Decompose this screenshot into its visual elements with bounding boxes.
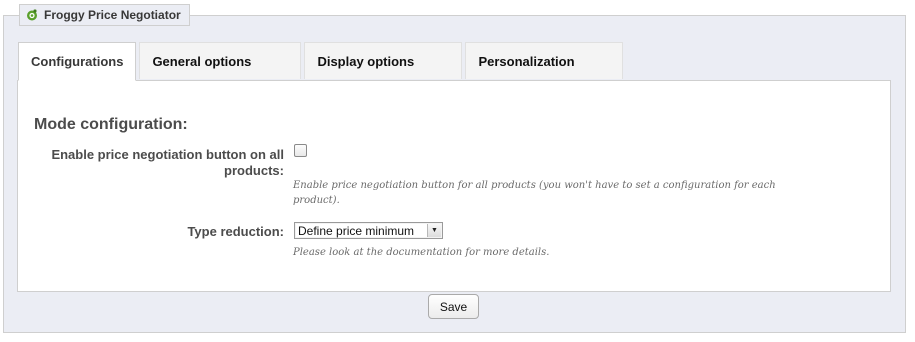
tab-bar: Configurations General options Display o… (18, 42, 626, 81)
tab-personalization[interactable]: Personalization (465, 42, 624, 79)
save-button[interactable]: Save (428, 294, 479, 319)
enable-negotiation-checkbox[interactable] (294, 144, 307, 157)
type-reduction-hint: Please look at the documentation for mor… (293, 247, 550, 258)
tab-general-options[interactable]: General options (139, 42, 302, 79)
type-reduction-label: Type reduction: (187, 224, 284, 239)
module-title: Froggy Price Negotiator (44, 8, 181, 22)
type-reduction-value: Define price minimum (298, 223, 415, 238)
chevron-down-icon: ▼ (427, 224, 441, 237)
enable-negotiation-hint: Enable price negotiation button for all … (293, 180, 776, 206)
configuration-panel: Mode configuration: Enable price negotia… (17, 80, 891, 292)
section-title: Mode configuration: (34, 116, 188, 133)
type-reduction-select[interactable]: Define price minimum ▼ (294, 222, 443, 239)
module-legend: Froggy Price Negotiator (19, 4, 190, 26)
tab-configurations[interactable]: Configurations (18, 42, 137, 81)
enable-negotiation-label: Enable price negotiation button on all p… (51, 147, 284, 178)
tab-display-options[interactable]: Display options (304, 42, 463, 79)
froggy-logo-icon (26, 9, 38, 21)
